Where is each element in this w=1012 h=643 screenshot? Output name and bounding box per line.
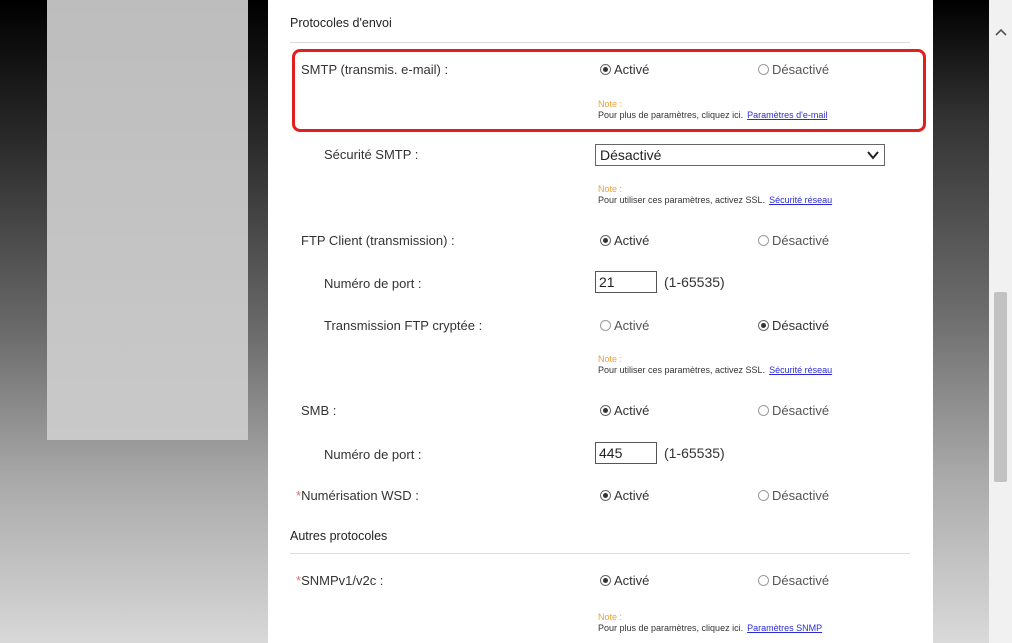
ftp-client-radio-off[interactable]: Désactivé — [758, 233, 829, 248]
ftp-port-input[interactable]: 21 — [595, 271, 657, 293]
network-security-link[interactable]: Sécurité réseau — [769, 365, 832, 375]
ftp-port-range: (1-65535) — [664, 274, 725, 290]
smtp-note: Note : Pour plus de paramètres, cliquez … — [598, 99, 828, 120]
smtp-security-note: Note : Pour utiliser ces paramètres, act… — [598, 184, 833, 205]
vertical-scrollbar[interactable] — [989, 0, 1012, 643]
right-background — [933, 0, 989, 643]
radio-unselected-icon — [758, 235, 769, 246]
left-panel — [47, 0, 248, 440]
chevron-down-icon — [867, 151, 879, 160]
section-title-other-protocols: Autres protocoles — [290, 529, 388, 543]
wsd-label: *Numérisation WSD : — [296, 488, 419, 503]
chevron-up-icon[interactable] — [989, 22, 1012, 42]
section-divider — [290, 42, 910, 43]
snmp-radio-on[interactable]: Activé — [600, 573, 649, 588]
ftp-client-radio-on[interactable]: Activé — [600, 233, 649, 248]
smtp-radio-on[interactable]: Activé — [600, 62, 649, 77]
smb-label: SMB : — [301, 403, 337, 418]
ftp-encrypted-radio-off[interactable]: Désactivé — [758, 318, 829, 333]
radio-unselected-icon — [600, 320, 611, 331]
radio-selected-icon — [600, 575, 611, 586]
radio-selected-icon — [758, 320, 769, 331]
radio-unselected-icon — [758, 490, 769, 501]
network-security-link[interactable]: Sécurité réseau — [769, 195, 832, 205]
snmp-label: *SNMPv1/v2c : — [296, 573, 384, 588]
radio-unselected-icon — [758, 64, 769, 75]
radio-unselected-icon — [758, 405, 769, 416]
ftp-port-label: Numéro de port : — [324, 276, 422, 291]
ftp-encrypted-radio-on[interactable]: Activé — [600, 318, 649, 333]
section-title-send-protocols: Protocoles d'envoi — [290, 16, 392, 30]
snmp-note: Note : Pour plus de paramètres, cliquez … — [598, 612, 823, 633]
radio-selected-icon — [600, 235, 611, 246]
radio-selected-icon — [600, 490, 611, 501]
smtp-security-select[interactable]: Désactivé — [595, 144, 885, 166]
settings-form: Protocoles d'envoi SMTP (transmis. e-mai… — [268, 0, 933, 643]
email-settings-link[interactable]: Paramètres d'e-mail — [747, 110, 827, 120]
smb-port-range: (1-65535) — [664, 445, 725, 461]
ftp-encrypted-label: Transmission FTP cryptée : — [324, 318, 483, 333]
radio-unselected-icon — [758, 575, 769, 586]
scrollbar-thumb[interactable] — [994, 292, 1007, 482]
snmp-settings-link[interactable]: Paramètres SNMP — [747, 623, 822, 633]
radio-selected-icon — [600, 64, 611, 75]
radio-selected-icon — [600, 405, 611, 416]
smtp-security-label: Sécurité SMTP : — [324, 147, 419, 162]
smb-port-label: Numéro de port : — [324, 447, 422, 462]
snmp-radio-off[interactable]: Désactivé — [758, 573, 829, 588]
smb-port-input[interactable]: 445 — [595, 442, 657, 464]
smtp-radio-off[interactable]: Désactivé — [758, 62, 829, 77]
smb-radio-on[interactable]: Activé — [600, 403, 649, 418]
ftp-client-label: FTP Client (transmission) : — [301, 233, 455, 248]
ftp-encrypted-note: Note : Pour utiliser ces paramètres, act… — [598, 354, 833, 375]
section-divider — [290, 553, 910, 554]
wsd-radio-on[interactable]: Activé — [600, 488, 649, 503]
smtp-label: SMTP (transmis. e-mail) : — [301, 62, 449, 77]
wsd-radio-off[interactable]: Désactivé — [758, 488, 829, 503]
smb-radio-off[interactable]: Désactivé — [758, 403, 829, 418]
